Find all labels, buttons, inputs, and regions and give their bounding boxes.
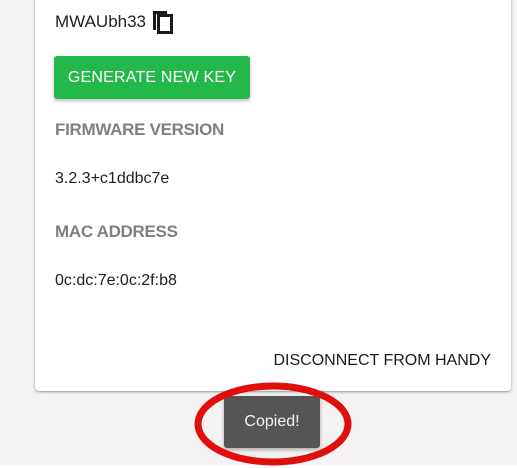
disconnect-button[interactable]: DISCONNECT FROM HANDY xyxy=(274,352,492,370)
mac-address-value: 0c:dc:7e:0c:2f:b8 xyxy=(55,272,177,289)
copy-icon[interactable] xyxy=(152,10,174,34)
connection-key: MWAUbh33 xyxy=(55,12,147,31)
generate-new-key-button[interactable]: GENERATE NEW KEY xyxy=(54,56,250,99)
firmware-version-label: FIRMWARE VERSION xyxy=(55,120,224,139)
highlight-annotation xyxy=(194,382,352,466)
mac-address-label: MAC ADDRESS xyxy=(55,222,178,241)
device-info-card: MWAUbh33 GENERATE NEW KEY FIRMWARE VERSI… xyxy=(35,0,511,391)
firmware-version-value: 3.2.3+c1ddbc7e xyxy=(55,170,170,187)
key-row: MWAUbh33 xyxy=(55,10,174,34)
